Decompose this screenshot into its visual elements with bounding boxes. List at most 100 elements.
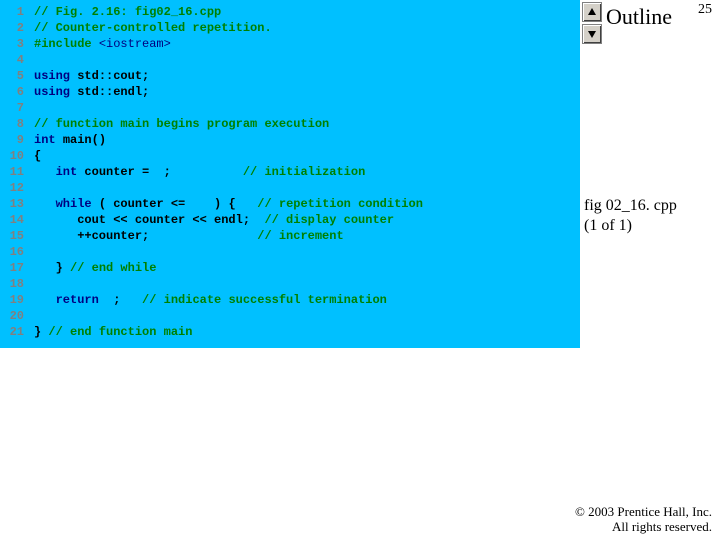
code-line: 10{	[0, 148, 580, 164]
code-segment: // initialization	[243, 165, 365, 179]
code-line: 8// function main begins program executi…	[0, 116, 580, 132]
code-segment: ++counter;	[34, 229, 257, 243]
up-arrow-icon	[587, 7, 597, 17]
slide: 1// Fig. 2.16: fig02_16.cpp2// Counter-c…	[0, 0, 720, 540]
figure-part: (1 of 1)	[584, 216, 677, 236]
code-line: 1// Fig. 2.16: fig02_16.cpp	[0, 4, 580, 20]
figure-reference: fig 02_16. cpp (1 of 1)	[584, 196, 677, 236]
outline-heading: Outline	[606, 4, 672, 30]
copyright-line2: All rights reserved.	[575, 519, 712, 534]
code-segment: return	[56, 293, 114, 307]
code-line: 15 ++counter; // increment	[0, 228, 580, 244]
line-number: 3	[0, 36, 34, 52]
code-segment: using	[34, 69, 77, 83]
code-line: 18	[0, 276, 580, 292]
code-segment: // repetition condition	[257, 197, 423, 211]
line-number: 6	[0, 84, 34, 100]
figure-name: fig 02_16. cpp	[584, 196, 677, 216]
code-line: 5using std::cout;	[0, 68, 580, 84]
code-segment: <iostream>	[99, 37, 171, 51]
code-line: 16	[0, 244, 580, 260]
code-segment: std::endl;	[77, 85, 149, 99]
code-text: #include <iostream>	[34, 36, 171, 52]
code-segment: std::cout;	[77, 69, 149, 83]
line-number: 14	[0, 212, 34, 228]
code-segment	[34, 293, 56, 307]
code-text: // Fig. 2.16: fig02_16.cpp	[34, 4, 221, 20]
line-number: 18	[0, 276, 34, 292]
page-number: 25	[698, 2, 712, 18]
code-line: 6using std::endl;	[0, 84, 580, 100]
code-text: using std::endl;	[34, 84, 149, 100]
code-line: 11 int counter = ; // initialization	[0, 164, 580, 180]
code-line: 2// Counter-controlled repetition.	[0, 20, 580, 36]
line-number: 12	[0, 180, 34, 196]
code-segment: cout << counter << endl;	[34, 213, 264, 227]
code-text: {	[34, 148, 41, 164]
code-pane: 1// Fig. 2.16: fig02_16.cpp2// Counter-c…	[0, 0, 580, 348]
code-segment: #include	[34, 37, 99, 51]
code-segment: // function main begins program executio…	[34, 117, 329, 131]
code-line: 7	[0, 100, 580, 116]
line-number: 21	[0, 324, 34, 340]
code-text: cout << counter << endl; // display coun…	[34, 212, 394, 228]
line-number: 20	[0, 308, 34, 324]
line-number: 13	[0, 196, 34, 212]
code-segment: using	[34, 85, 77, 99]
code-text: while ( counter <= ) { // repetition con…	[34, 196, 423, 212]
nav-up-button[interactable]	[582, 2, 602, 22]
code-segment: // Counter-controlled repetition.	[34, 21, 272, 35]
code-line: 17 } // end while	[0, 260, 580, 276]
code-text: // function main begins program executio…	[34, 116, 329, 132]
line-number: 16	[0, 244, 34, 260]
code-segment: }	[34, 261, 70, 275]
code-text: return ; // indicate successful terminat…	[34, 292, 387, 308]
down-arrow-icon	[587, 29, 597, 39]
line-number: 1	[0, 4, 34, 20]
code-line: 20	[0, 308, 580, 324]
line-number: 9	[0, 132, 34, 148]
code-line: 3#include <iostream>	[0, 36, 580, 52]
line-number: 4	[0, 52, 34, 68]
line-number: 15	[0, 228, 34, 244]
nav-down-button[interactable]	[582, 24, 602, 44]
code-segment: // indicate successful termination	[142, 293, 387, 307]
code-segment: // end while	[70, 261, 156, 275]
code-segment: int	[34, 133, 63, 147]
code-line: 12	[0, 180, 580, 196]
code-segment: }	[34, 325, 48, 339]
code-line: 13 while ( counter <= ) { // repetition …	[0, 196, 580, 212]
copyright-line1: © 2003 Prentice Hall, Inc.	[575, 504, 712, 519]
line-number: 10	[0, 148, 34, 164]
code-text: using std::cout;	[34, 68, 149, 84]
code-line: 21} // end function main	[0, 324, 580, 340]
line-number: 2	[0, 20, 34, 36]
code-text: // Counter-controlled repetition.	[34, 20, 272, 36]
code-segment: ;	[113, 293, 142, 307]
line-number: 8	[0, 116, 34, 132]
line-number: 11	[0, 164, 34, 180]
code-segment: main()	[63, 133, 106, 147]
right-column: Outline 25 fig 02_16. cpp (1 of 1)	[580, 0, 720, 540]
code-segment: {	[34, 149, 41, 163]
line-number: 5	[0, 68, 34, 84]
code-segment: int	[56, 165, 85, 179]
code-line: 9int main()	[0, 132, 580, 148]
code-line: 14 cout << counter << endl; // display c…	[0, 212, 580, 228]
copyright: © 2003 Prentice Hall, Inc. All rights re…	[575, 504, 712, 534]
code-text: } // end while	[34, 260, 156, 276]
code-segment	[34, 197, 56, 211]
code-text: } // end function main	[34, 324, 192, 340]
line-number: 17	[0, 260, 34, 276]
line-number: 19	[0, 292, 34, 308]
code-segment: // end function main	[48, 325, 192, 339]
code-segment: while	[56, 197, 99, 211]
code-segment: // Fig. 2.16: fig02_16.cpp	[34, 5, 221, 19]
code-text: int main()	[34, 132, 106, 148]
code-text: ++counter; // increment	[34, 228, 344, 244]
nav-buttons	[582, 2, 602, 44]
code-line: 19 return ; // indicate successful termi…	[0, 292, 580, 308]
code-segment: // display counter	[264, 213, 394, 227]
code-segment	[34, 165, 56, 179]
code-segment: ( counter <= ) {	[99, 197, 257, 211]
